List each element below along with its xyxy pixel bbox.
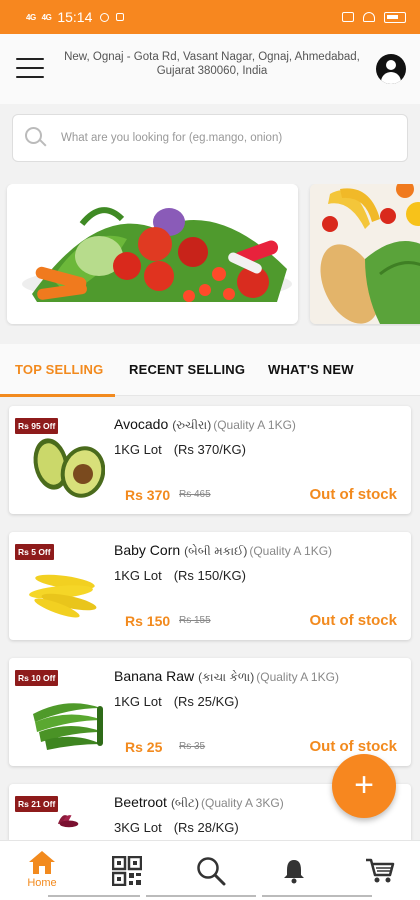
nav-notifications[interactable]	[280, 841, 308, 900]
product-lot: 1KG Lot (Rs 25/KG)	[114, 694, 239, 709]
lot-size: 1KG Lot	[114, 694, 162, 709]
product-lot: 3KG Lot (Rs 28/KG)	[114, 820, 239, 835]
product-name-line: Baby Corn (બેબી મકાઈ) (Quality A 1KG)	[114, 542, 332, 559]
active-tab-indicator	[0, 394, 115, 397]
lot-size: 3KG Lot	[114, 820, 162, 835]
rate-per-kg: (Rs 28/KG)	[173, 820, 239, 835]
alarm-icon	[342, 12, 354, 22]
product-mrp: Rs 35	[179, 741, 206, 752]
rate-per-kg: (Rs 25/KG)	[173, 694, 239, 709]
avocado-image	[33, 438, 105, 498]
product-card-baby-corn[interactable]: Rs 5 Off Baby Corn (બેબી મકાઈ) (Quality A …	[9, 532, 411, 640]
delivery-address[interactable]: New, Ognaj - Gota Rd, Vasant Nagar, Ogna…	[56, 50, 368, 78]
app-notification-icon	[116, 13, 125, 21]
product-tabs: TOP SELLING RECENT SELLING WHAT'S NEW	[0, 344, 420, 397]
nav-home-label: Home	[27, 877, 57, 889]
search-input[interactable]	[61, 132, 381, 144]
nav-search[interactable]	[194, 841, 228, 900]
product-price: Rs 370	[125, 487, 171, 503]
qr-code-icon	[112, 856, 142, 886]
product-card-banana-raw[interactable]: Rs 10 Off Banana Raw (કાચા કેળા) (Quality …	[9, 658, 411, 766]
rate-per-kg: (Rs 370/KG)	[173, 442, 246, 457]
status-time: 15:14	[57, 9, 93, 25]
signal-indicator: 4G	[26, 12, 36, 22]
header: New, Ognaj - Gota Rd, Vasant Nagar, Ogna…	[0, 34, 420, 104]
product-name: Beetroot	[114, 794, 167, 810]
product-quality: (Quality A 3KG)	[200, 796, 284, 810]
product-lot: 1KG Lot (Rs 150/KG)	[114, 568, 246, 583]
product-name: Banana Raw	[114, 668, 195, 684]
rate-per-kg: (Rs 150/KG)	[173, 568, 246, 583]
banner-carousel[interactable]	[0, 184, 420, 326]
stock-status: Out of stock	[309, 738, 397, 755]
stock-status: Out of stock	[309, 612, 397, 629]
home-icon	[29, 851, 55, 874]
product-lot: 1KG Lot (Rs 370/KG)	[114, 442, 246, 457]
product-name-line: Avocado (રુચીરા) (Quality A 1KG)	[114, 416, 296, 433]
nav-indicator-bars	[0, 895, 420, 898]
vegetables-banner-image[interactable]	[7, 184, 298, 324]
product-quality: (Quality A 1KG)	[256, 670, 339, 684]
nav-qr-scan[interactable]	[110, 841, 144, 900]
product-card-avocado[interactable]: Rs 95 Off Avocado (રુચીરા) (Quality A 1KG)…	[9, 406, 411, 514]
search-icon	[25, 127, 47, 149]
cart-icon	[366, 858, 395, 883]
signal-indicator-2: 4G	[41, 12, 52, 22]
beetroot-image	[57, 815, 79, 828]
bread-fruit-banner-image[interactable]	[310, 184, 420, 324]
discount-badge: Rs 95 Off	[15, 418, 59, 434]
hamburger-menu-icon[interactable]	[16, 58, 44, 78]
account-circle-icon[interactable]	[376, 54, 406, 84]
bottom-navigation: Home	[0, 840, 420, 900]
bell-icon	[284, 860, 304, 884]
battery-icon	[384, 11, 406, 23]
product-price: Rs 150	[125, 613, 171, 629]
discount-badge: Rs 5 Off	[15, 544, 54, 560]
tab-whats-new[interactable]: WHAT'S NEW	[268, 344, 354, 396]
product-mrp: Rs 155	[179, 615, 211, 626]
stock-status: Out of stock	[309, 486, 397, 503]
status-bar: 4G 4G 15:14	[0, 0, 420, 34]
discount-badge: Rs 21 Off	[15, 796, 59, 812]
lot-size: 1KG Lot	[114, 568, 162, 583]
search-icon	[197, 857, 226, 886]
product-quality: (Quality A 1KG)	[249, 544, 333, 558]
product-price: Rs 25	[125, 739, 163, 755]
product-local-name: (કાચા કેળા)	[198, 670, 255, 684]
nav-home[interactable]: Home	[24, 841, 60, 900]
product-mrp: Rs 465	[179, 489, 211, 500]
product-name-line: Beetroot (બીટ) (Quality A 3KG)	[114, 794, 284, 811]
search-bar[interactable]	[12, 114, 408, 162]
product-local-name: (રુચીરા)	[172, 418, 212, 432]
tab-top-selling[interactable]: TOP SELLING	[15, 344, 103, 396]
add-fab-button[interactable]: +	[332, 754, 396, 818]
discount-badge: Rs 10 Off	[15, 670, 59, 686]
product-name: Avocado	[114, 416, 169, 432]
wifi-icon	[363, 12, 375, 22]
product-local-name: (બેબી મકાઈ)	[184, 544, 248, 558]
raw-banana-image	[33, 703, 103, 750]
baby-corn-image	[29, 574, 97, 618]
product-quality: (Quality A 1KG)	[213, 418, 296, 432]
lot-size: 1KG Lot	[114, 442, 162, 457]
nav-cart[interactable]	[364, 841, 396, 900]
product-name-line: Banana Raw (કાચા કેળા) (Quality A 1KG)	[114, 668, 339, 685]
whatsapp-notification-icon	[100, 12, 110, 22]
product-local-name: (બીટ)	[170, 796, 199, 810]
tab-recent-selling[interactable]: RECENT SELLING	[129, 344, 245, 396]
product-name: Baby Corn	[114, 542, 181, 558]
